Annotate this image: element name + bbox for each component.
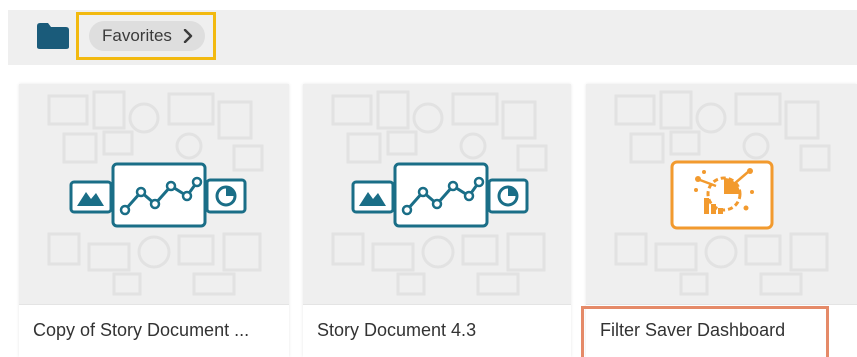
story-card[interactable]: Copy of Story Document ...	[19, 84, 289, 357]
card-highlight	[581, 306, 829, 357]
card-title[interactable]: Copy of Story Document ...	[33, 320, 249, 341]
breadcrumb-favorites[interactable]: Favorites	[89, 21, 205, 51]
breadcrumb-bar: Favorites	[8, 10, 857, 65]
breadcrumb-highlight: Favorites	[76, 12, 216, 60]
chevron-right-icon[interactable]	[183, 29, 193, 43]
breadcrumb-label: Favorites	[102, 26, 172, 45]
card-thumbnail	[19, 84, 289, 304]
story-card[interactable]: Story Document 4.3	[303, 84, 571, 357]
folder-icon[interactable]	[36, 22, 70, 50]
card-thumbnail	[303, 84, 571, 304]
storyboard-chart-icon	[351, 162, 529, 228]
card-thumbnail	[586, 84, 857, 304]
card-title[interactable]: Story Document 4.3	[317, 320, 476, 341]
dashboard-analytics-icon	[670, 160, 774, 230]
storyboard-chart-icon	[69, 162, 247, 228]
